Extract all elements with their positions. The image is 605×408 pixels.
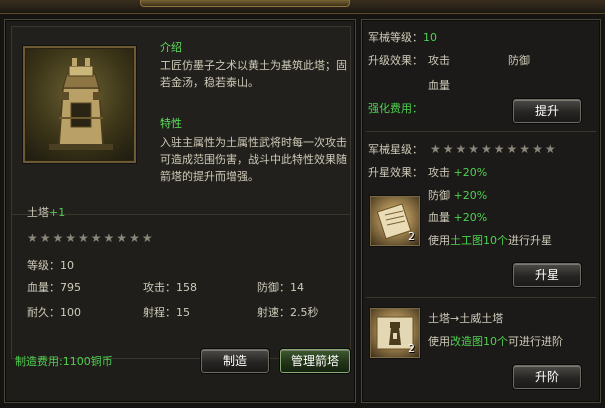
stat-defense: 防御：14 bbox=[257, 281, 304, 294]
blueprint-item-slot[interactable]: 2 bbox=[370, 308, 420, 358]
stat-hp: 血量：795 bbox=[27, 281, 81, 294]
upgrade-effect-label: 升级效果： bbox=[368, 54, 423, 67]
star-defense-value: +20% bbox=[453, 189, 488, 202]
scroll-item-count: 2 bbox=[408, 230, 415, 243]
trait-text: 入驻主属性为土属性武将时每一次攻击可造成范围伤害，战斗中此特性效果随箭塔的提升而… bbox=[160, 136, 347, 183]
earth-tower-icon bbox=[49, 58, 113, 150]
advance-use-prefix: 使用 bbox=[428, 335, 450, 348]
advance-title: 土塔→土威土塔 bbox=[428, 312, 504, 325]
star-hp-value: +20% bbox=[453, 211, 488, 224]
advance-use-text: 使用改造图10个可进行进阶 bbox=[428, 334, 563, 350]
manage-tower-button[interactable]: 管理箭塔 bbox=[280, 349, 350, 373]
star-use-prefix: 使用 bbox=[428, 234, 450, 247]
stat-speed: 射速：2.5秒 bbox=[257, 306, 319, 319]
equipment-level-label: 军械等级： bbox=[368, 31, 423, 44]
star-attack-label: 攻击 bbox=[428, 166, 450, 179]
star-up-button[interactable]: 升星 bbox=[513, 263, 581, 287]
equipment-level-value: 10 bbox=[423, 31, 437, 44]
upgrade-button[interactable]: 提升 bbox=[513, 99, 581, 123]
tower-portrait bbox=[23, 46, 136, 163]
build-button[interactable]: 制造 bbox=[201, 349, 269, 373]
stat-range: 射程：15 bbox=[143, 306, 190, 319]
star-hp-label: 血量 bbox=[428, 211, 450, 224]
trait-title: 特性 bbox=[160, 117, 182, 130]
upgrade-effect-attack: 攻击 bbox=[428, 54, 450, 67]
section-divider bbox=[366, 131, 596, 132]
section-divider bbox=[366, 297, 596, 298]
tower-name-plus: +1 bbox=[49, 206, 66, 219]
intro-text: 工匠仿墨子之术以黄土为基筑此塔；固若金汤，稳若泰山。 bbox=[160, 59, 347, 89]
tower-level: 等级：10 bbox=[27, 259, 74, 272]
star-effect-attack: 攻击 +20% bbox=[428, 165, 487, 181]
tower-name-label: 土塔 bbox=[27, 206, 49, 219]
star-level-stars: ★★★★★★★★★★ bbox=[430, 142, 558, 156]
advance-use-suffix: 可进行进阶 bbox=[508, 335, 563, 348]
window-top-frame bbox=[0, 0, 605, 14]
upgrade-effect-defense: 防御 bbox=[508, 54, 530, 67]
star-effect-defense: 防御 +20% bbox=[428, 188, 487, 204]
equipment-level-row: 军械等级：10 bbox=[368, 30, 437, 46]
star-use-item: 土工图10个 bbox=[450, 234, 508, 247]
blueprint-item-count: 2 bbox=[408, 342, 415, 355]
build-cost: 制造费用:1100铜币 bbox=[15, 355, 113, 368]
advance-button[interactable]: 升阶 bbox=[513, 365, 581, 389]
upgrade-effect-hp: 血量 bbox=[428, 79, 450, 92]
scroll-item-slot[interactable]: 2 bbox=[370, 196, 420, 246]
stat-attack: 攻击：158 bbox=[143, 281, 197, 294]
tower-name: 土塔+1 bbox=[27, 205, 65, 221]
intro-title: 介绍 bbox=[160, 41, 182, 54]
window-top-tab bbox=[140, 0, 350, 7]
advance-use-item: 改造图10个 bbox=[450, 335, 508, 348]
star-effect-hp: 血量 +20% bbox=[428, 210, 487, 226]
star-effect-label: 升星效果： bbox=[368, 166, 423, 179]
star-level-label: 军械星级： bbox=[368, 143, 423, 156]
star-attack-value: +20% bbox=[453, 166, 488, 179]
tower-info-panel: 介绍 工匠仿墨子之术以黄土为基筑此塔；固若金汤，稳若泰山。 特性 入驻主属性为土… bbox=[4, 19, 356, 403]
upgrade-fee-label: 强化费用： bbox=[368, 102, 423, 115]
star-defense-label: 防御 bbox=[428, 189, 450, 202]
tower-stars: ★★★★★★★★★★ bbox=[27, 231, 155, 245]
star-use-text: 使用土工图10个进行升星 bbox=[428, 233, 552, 249]
upgrade-panel: 军械等级：10 升级效果： 攻击 防御 血量 强化费用： 提升 军械星级： ★★… bbox=[361, 19, 601, 403]
stat-durability: 耐久：100 bbox=[27, 306, 81, 319]
star-use-suffix: 进行升星 bbox=[508, 234, 552, 247]
